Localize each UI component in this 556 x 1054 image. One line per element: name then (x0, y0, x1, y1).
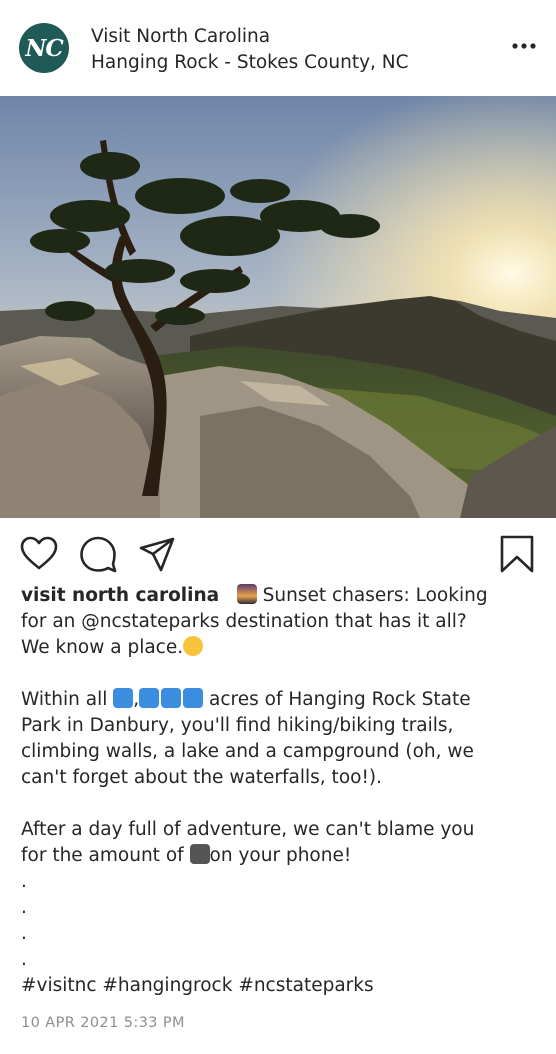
caption-line: for the amount of (21, 845, 184, 866)
keycap-one-icon (161, 688, 182, 708)
caption-line: After a day full of adventure, we can't … (21, 819, 475, 840)
caption-line: We know a place. (21, 637, 184, 658)
post-header: NC Visit North Carolina Hanging Rock - S… (0, 0, 556, 96)
bookmark-icon[interactable] (497, 534, 537, 574)
caption-dot: . (21, 871, 27, 892)
more-options-icon[interactable] (509, 36, 539, 56)
caption-dot: . (21, 923, 27, 944)
post-timestamp: 10 APR 2021 5:33 PM (21, 1015, 185, 1031)
caption-dot: . (21, 897, 27, 918)
heart-icon[interactable] (19, 534, 59, 574)
avatar[interactable]: NC (19, 23, 69, 73)
account-name[interactable]: Visit North Carolina (91, 23, 270, 50)
caption-line: Park in Danbury, you'll find hiking/biki… (21, 715, 454, 736)
caption-line: on your phone! (209, 845, 352, 866)
post-caption: visit north carolina Sunset chasers: Loo… (21, 583, 541, 999)
keycap-zero-icon (139, 688, 160, 708)
caption-line: Within all (21, 689, 108, 710)
caption-line: climbing walls, a lake and a campground … (21, 741, 474, 762)
action-bar (0, 530, 556, 580)
caption-line: can't forget about the waterfalls, too!)… (21, 767, 382, 788)
share-icon[interactable] (137, 534, 177, 574)
keycap-one-icon (183, 688, 204, 708)
keycap-nine-icon (113, 688, 134, 708)
post-location[interactable]: Hanging Rock - Stokes County, NC (91, 49, 409, 76)
caption-line: for an @ncstateparks destination that ha… (21, 611, 467, 632)
caption-username[interactable]: visit north carolina (21, 585, 219, 606)
caption-line: acres of Hanging Rock State (209, 689, 471, 710)
camera-flash-emoji-icon (189, 844, 210, 864)
caption-line: Sunset chasers: Looking (262, 585, 488, 606)
post-photo[interactable] (0, 96, 556, 518)
comment-icon[interactable] (78, 534, 118, 574)
caption-dot: . (21, 949, 27, 970)
wink-emoji-icon (183, 636, 204, 656)
sunset-emoji-icon (236, 584, 257, 604)
hashtags[interactable]: #visitnc #hangingrock #ncstateparks (21, 973, 541, 999)
